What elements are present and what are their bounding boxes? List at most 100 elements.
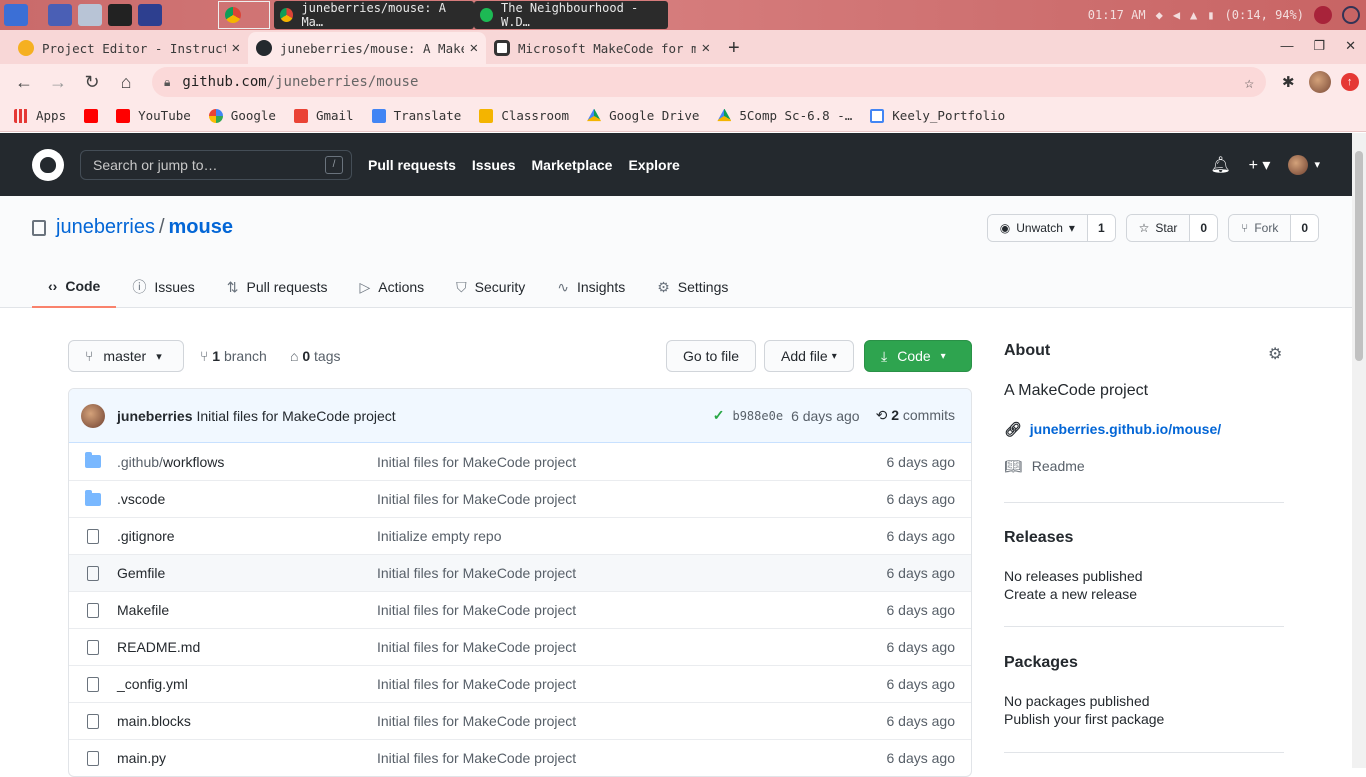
- power-icon[interactable]: [1342, 6, 1360, 24]
- taskbar-window-github[interactable]: juneberries/mouse: A Ma…: [274, 1, 474, 29]
- search-input[interactable]: Search or jump to… /: [80, 149, 352, 180]
- tab-project-editor[interactable]: Project Editor - Instruct ✕: [10, 32, 248, 64]
- file-row[interactable]: main.blocks Initial files for MakeCode pr…: [69, 702, 971, 739]
- user-menu[interactable]: ▾: [1288, 154, 1320, 175]
- file-manager-icon[interactable]: [78, 4, 102, 26]
- commit-sha[interactable]: b988e0e: [732, 409, 783, 423]
- file-name-link[interactable]: Gemfile: [117, 565, 165, 581]
- close-tab-icon[interactable]: ✕: [470, 40, 478, 56]
- packages-heading[interactable]: Packages: [1004, 654, 1284, 672]
- restore-icon[interactable]: ❐: [1313, 38, 1325, 54]
- file-name-link[interactable]: Makefile: [117, 602, 169, 618]
- gear-icon[interactable]: ⚙: [1268, 344, 1282, 364]
- new-tab-button[interactable]: +: [728, 32, 740, 64]
- bell-icon[interactable]: 🔔︎: [1210, 155, 1230, 175]
- minimize-icon[interactable]: —: [1280, 38, 1293, 54]
- file-commit-message[interactable]: Initial files for MakeCode project: [377, 565, 576, 581]
- file-commit-message[interactable]: Initial files for MakeCode project: [377, 454, 576, 470]
- forward-icon[interactable]: →: [42, 72, 74, 93]
- commit-author[interactable]: juneberries: [117, 408, 192, 424]
- bookmark-keely-portfolio[interactable]: Keely_Portfolio: [870, 108, 1005, 123]
- avatar[interactable]: [81, 403, 105, 428]
- fork-count[interactable]: 0: [1291, 215, 1318, 241]
- publish-package-link[interactable]: Publish your first package: [1004, 711, 1284, 727]
- tab-pull-requests[interactable]: ⇅ Pull requests: [211, 266, 344, 308]
- scrollbar-thumb[interactable]: [1355, 151, 1363, 361]
- tab-github-repo[interactable]: juneberries/mouse: A Make ✕: [248, 32, 486, 64]
- file-row[interactable]: .github/workflows Initial files for MakeC…: [69, 443, 971, 480]
- repo-owner-link[interactable]: juneberries: [56, 216, 155, 239]
- file-row[interactable]: main.py Initial files for MakeCode projec…: [69, 739, 971, 776]
- bookmark-translate[interactable]: Translate: [371, 108, 461, 123]
- reload-icon[interactable]: ↻: [76, 72, 108, 93]
- file-name-link[interactable]: main.py: [117, 750, 166, 766]
- bookmark-gmail[interactable]: Gmail: [293, 108, 354, 123]
- releases-heading[interactable]: Releases: [1004, 529, 1284, 547]
- watch-count[interactable]: 1: [1087, 215, 1115, 241]
- profile-avatar[interactable]: [1308, 71, 1331, 93]
- taskbar-window-spotify[interactable]: The Neighbourhood - W.D…: [474, 1, 668, 29]
- battery-icon[interactable]: ▮: [1207, 8, 1214, 22]
- bookmark-google-drive[interactable]: Google Drive: [587, 108, 699, 123]
- nav-explore[interactable]: Explore: [628, 157, 679, 173]
- tab-makecode[interactable]: Microsoft MakeCode for mi ✕: [486, 32, 718, 64]
- file-row[interactable]: README.md Initial files for MakeCode proj…: [69, 628, 971, 665]
- tab-actions[interactable]: ▷ Actions: [343, 266, 440, 308]
- tab-issues[interactable]: ⓘ Issues: [116, 266, 210, 308]
- file-row[interactable]: Makefile Initial files for MakeCode proje…: [69, 591, 971, 628]
- nav-pull-requests[interactable]: Pull requests: [368, 157, 456, 173]
- star-count[interactable]: 0: [1190, 215, 1218, 241]
- update-icon[interactable]: ↑: [1340, 73, 1359, 91]
- bookmark-classroom[interactable]: Classroom: [479, 108, 569, 123]
- file-name-link[interactable]: main.blocks: [117, 713, 191, 729]
- check-icon[interactable]: ✓: [713, 407, 725, 424]
- bookmark-google[interactable]: Google: [208, 108, 276, 123]
- add-file-button[interactable]: Add file ▾: [764, 340, 854, 372]
- file-row[interactable]: .vscode Initial files for MakeCode projec…: [69, 480, 971, 517]
- file-commit-message[interactable]: Initial files for MakeCode project: [377, 639, 576, 655]
- file-row[interactable]: _config.yml Initial files for MakeCode pr…: [69, 665, 971, 702]
- close-tab-icon[interactable]: ✕: [702, 40, 710, 56]
- lock-icon[interactable]: 🔒︎: [164, 75, 170, 90]
- file-commit-message[interactable]: Initialize empty repo: [377, 528, 502, 544]
- page-scrollbar[interactable]: [1352, 133, 1366, 768]
- file-commit-message[interactable]: Initial files for MakeCode project: [377, 491, 576, 507]
- tab-code[interactable]: ‹› Code: [32, 266, 117, 308]
- close-tab-icon[interactable]: ✕: [232, 40, 240, 56]
- go-to-file-button[interactable]: Go to file: [666, 340, 757, 372]
- unwatch-button[interactable]: ◉ Unwatch ▾: [987, 215, 1088, 241]
- github-logo-icon[interactable]: [32, 148, 64, 181]
- network-icon[interactable]: ◆: [1156, 8, 1163, 22]
- bookmark-youtube-icon-only[interactable]: [84, 108, 99, 123]
- workspace-icon[interactable]: [48, 4, 72, 26]
- extensions-icon[interactable]: ✱: [1282, 73, 1295, 91]
- create-release-link[interactable]: Create a new release: [1004, 586, 1284, 602]
- home-icon[interactable]: ⌂: [110, 72, 142, 93]
- file-row[interactable]: Gemfile Initial files for MakeCode projec…: [69, 554, 971, 591]
- readme-link[interactable]: 📖︎ Readme: [1004, 458, 1284, 475]
- display-icon[interactable]: [138, 4, 162, 26]
- file-name-link[interactable]: README.md: [117, 639, 200, 655]
- branch-select-button[interactable]: ⑂ master ▾: [68, 340, 184, 372]
- file-name-link[interactable]: .gitignore: [117, 528, 175, 544]
- tab-insights[interactable]: ∿ Insights: [541, 266, 641, 308]
- file-commit-message[interactable]: Initial files for MakeCode project: [377, 713, 576, 729]
- tab-settings[interactable]: ⚙ Settings: [641, 266, 744, 308]
- file-name-link[interactable]: _config.yml: [117, 676, 188, 692]
- address-bar[interactable]: 🔒︎ github.com/juneberries/mouse ☆: [152, 67, 1266, 97]
- volume-icon[interactable]: ◀: [1173, 8, 1180, 22]
- bookmark-star-icon[interactable]: ☆: [1244, 73, 1254, 92]
- plus-dropdown-icon[interactable]: + ▾: [1249, 155, 1271, 175]
- file-name-link[interactable]: .github/workflows: [117, 454, 224, 470]
- file-commit-message[interactable]: Initial files for MakeCode project: [377, 750, 576, 766]
- file-commit-message[interactable]: Initial files for MakeCode project: [377, 602, 576, 618]
- lock-icon[interactable]: [1314, 6, 1332, 24]
- tags-link[interactable]: ⌂ 0 tags: [290, 348, 341, 364]
- commit-message[interactable]: Initial files for MakeCode project: [196, 408, 395, 424]
- back-icon[interactable]: ←: [8, 72, 40, 93]
- launcher-icon[interactable]: [4, 4, 28, 26]
- bookmark-5comp[interactable]: 5Comp Sc-6.8 -…: [717, 108, 852, 123]
- file-row[interactable]: .gitignore Initialize empty repo 6 days ag…: [69, 517, 971, 554]
- file-name-link[interactable]: .vscode: [117, 491, 165, 507]
- code-download-button[interactable]: ⤓ Code ▾: [864, 340, 972, 372]
